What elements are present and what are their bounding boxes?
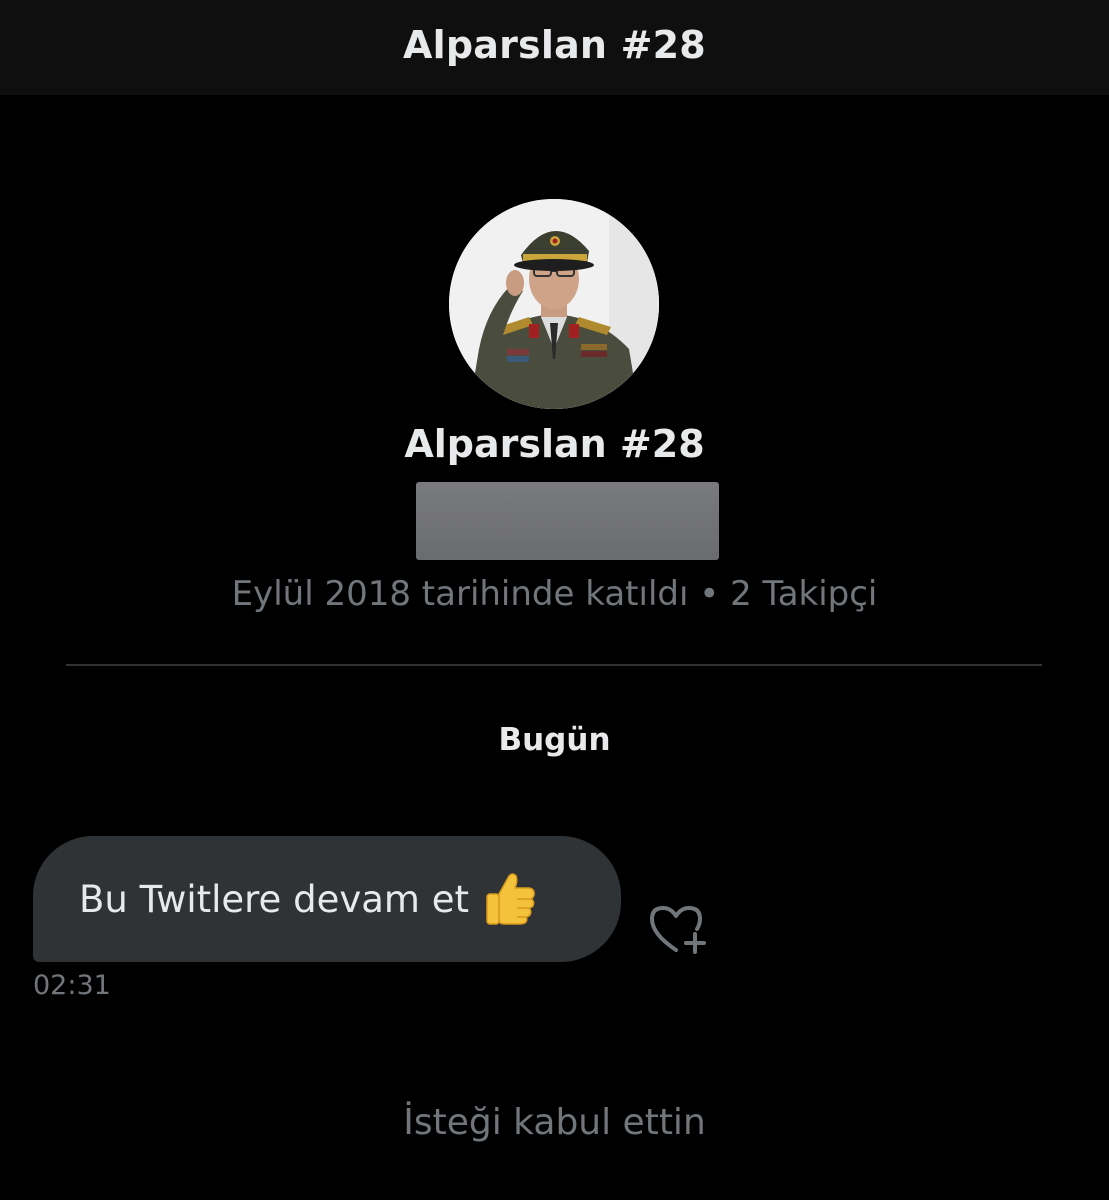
follower-count[interactable]: 2 Takipçi — [730, 574, 877, 614]
divider — [66, 664, 1042, 666]
heart-plus-icon[interactable] — [648, 902, 708, 956]
meta-separator: • — [699, 574, 720, 614]
message-timestamp: 02:31 — [33, 970, 111, 1001]
profile-meta: Eylül 2018 tarihinde katıldı • 2 Takipçi — [0, 574, 1109, 614]
joined-date: Eylül 2018 tarihinde katıldı — [231, 574, 689, 614]
avatar-photo — [449, 199, 659, 409]
top-bar: Alparslan #28 — [0, 0, 1109, 95]
profile-avatar[interactable] — [449, 199, 659, 409]
date-header: Bugün — [498, 722, 611, 758]
message-bubble[interactable]: Bu Twitlere devam et — [33, 836, 621, 962]
message-text: Bu Twitlere devam et — [79, 877, 469, 921]
profile-name[interactable]: Alparslan #28 — [0, 422, 1109, 466]
thumbs-up-icon — [481, 868, 539, 930]
request-accepted-status: İsteği kabul ettin — [403, 1102, 706, 1143]
conversation-title[interactable]: Alparslan #28 — [403, 23, 706, 67]
handle-redaction — [416, 482, 719, 560]
